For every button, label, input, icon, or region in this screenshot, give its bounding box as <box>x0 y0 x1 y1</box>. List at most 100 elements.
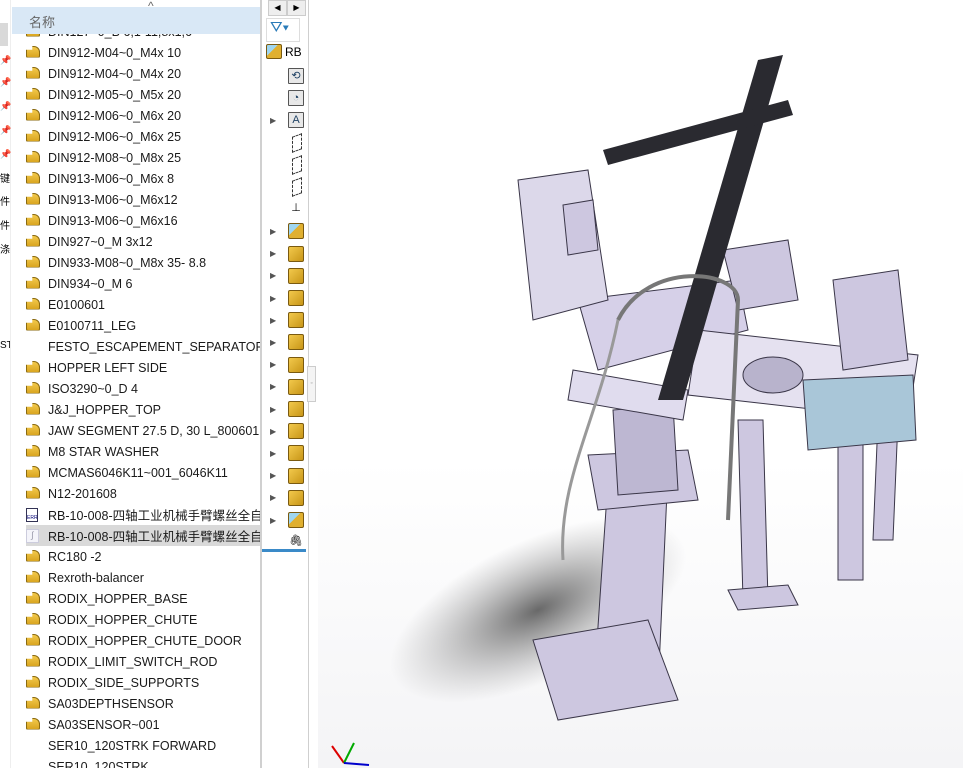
file-list-item[interactable]: DIN912-M08~0_M8x 25 <box>26 147 260 168</box>
file-list-item[interactable]: RODIX_HOPPER_CHUTE_DOOR <box>26 630 260 651</box>
file-list-item[interactable]: J&J_HOPPER_TOP <box>26 399 260 420</box>
expand-arrow-icon[interactable]: ▶ <box>270 294 280 303</box>
part-icon <box>26 360 42 375</box>
file-list-item[interactable]: SER10_120STRK <box>26 756 260 768</box>
expand-arrow-icon[interactable]: ▶ <box>270 449 280 458</box>
nav-item[interactable]: 件 <box>0 193 10 208</box>
file-list-item[interactable]: SER10_120STRK FORWARD <box>26 735 260 756</box>
file-list-item[interactable]: HOPPER LEFT SIDE <box>26 357 260 378</box>
file-list-item[interactable]: DIN913-M06~0_M6x 8 <box>26 168 260 189</box>
tree-node[interactable]: ▶ <box>270 443 308 463</box>
part-icon <box>26 591 42 606</box>
tree-node[interactable] <box>270 154 308 175</box>
tree-node[interactable]: ▶ A <box>270 110 308 130</box>
tree-root[interactable]: RB <box>266 44 302 59</box>
file-list-item[interactable]: DIN927~0_M 3x12 <box>26 231 260 252</box>
file-list-item[interactable]: Rexroth-balancer <box>26 567 260 588</box>
file-name: RODIX_HOPPER_CHUTE <box>48 612 198 627</box>
file-list-item[interactable]: DIN912-M04~0_M4x 20 <box>26 63 260 84</box>
panel-collapse-handle[interactable]: ◦ <box>307 366 316 402</box>
file-list-item[interactable]: DIN934~0_M 6 <box>26 273 260 294</box>
file-list-item[interactable]: N12-201608 <box>26 483 260 504</box>
nav-selected-item[interactable] <box>0 23 8 46</box>
tree-node[interactable]: ▶ <box>270 288 308 308</box>
file-name: DIN913-M06~0_M6x12 <box>48 192 178 207</box>
expand-arrow-icon[interactable]: ▶ <box>270 516 280 525</box>
pin-icon[interactable]: 📌 <box>0 125 11 136</box>
tree-node[interactable]: ⊥ <box>270 199 308 219</box>
tree-node[interactable]: ▶ <box>270 488 308 508</box>
tree-node[interactable]: ▶ <box>270 466 308 486</box>
file-name: RODIX_SIDE_SUPPORTS <box>48 675 200 690</box>
column-header-label: 名称 <box>29 15 56 30</box>
scroll-right-button[interactable]: ▶ <box>287 0 306 16</box>
file-list-item[interactable]: M8 STAR WASHER <box>26 441 260 462</box>
file-list-item[interactable]: DIN912-M06~0_M6x 20 <box>26 105 260 126</box>
expand-arrow-icon[interactable]: ▶ <box>270 427 280 436</box>
file-list-item[interactable]: DIN933-M08~0_M8x 35- 8.8 <box>26 252 260 273</box>
pin-icon[interactable]: 📌 <box>0 77 11 88</box>
tree-node[interactable]: ▶ <box>270 221 308 241</box>
tree-node[interactable]: ▶ <box>270 310 308 330</box>
pin-icon[interactable]: 📌 <box>0 101 11 112</box>
file-list-item[interactable]: RODIX_HOPPER_CHUTE <box>26 609 260 630</box>
filter-icon[interactable]: ⛛▾ <box>266 18 300 42</box>
file-list-item[interactable]: E0100601 <box>26 294 260 315</box>
file-list-item[interactable]: DIN912-M06~0_M6x 25 <box>26 126 260 147</box>
tree-node[interactable]: ▶ <box>270 377 308 397</box>
tree-node[interactable]: ▶ <box>270 332 308 352</box>
expand-arrow-icon[interactable]: ▶ <box>270 316 280 325</box>
file-list-item[interactable]: DIN913-M06~0_M6x12 <box>26 189 260 210</box>
pin-icon[interactable]: 📌 <box>0 55 11 66</box>
file-list-item[interactable]: ISO3290~0_D 4 <box>26 378 260 399</box>
component-icon <box>288 267 304 284</box>
nav-item[interactable]: 键 <box>0 170 10 185</box>
expand-arrow-icon[interactable]: ▶ <box>270 271 280 280</box>
file-list-item[interactable]: SA03DEPTHSENSOR <box>26 693 260 714</box>
control-box <box>832 269 909 371</box>
file-list-item[interactable]: ERR RB-10-008-四轴工业机械手臂螺丝全自动锁付机 <box>26 504 260 525</box>
tree-node[interactable]: ▶ <box>270 244 308 264</box>
tree-node[interactable]: ▶ <box>270 421 308 441</box>
tree-node[interactable]: ▶ <box>270 266 308 286</box>
expand-arrow-icon[interactable]: ▶ <box>270 227 280 236</box>
file-list-item[interactable]: DIN912-M05~0_M5x 20 <box>26 84 260 105</box>
file-list-item[interactable]: MCMAS6046K11~001_6046K11 <box>26 462 260 483</box>
file-list-item[interactable]: SA03SENSOR~001 <box>26 714 260 735</box>
file-list-item[interactable]: E0100711_LEG <box>26 315 260 336</box>
expand-arrow-icon[interactable]: ▶ <box>270 360 280 369</box>
file-list-item[interactable]: FESTO_ESCAPEMENT_SEPARATOR_A <box>26 336 260 357</box>
tree-node[interactable]: ▶ <box>270 510 308 530</box>
expand-arrow-icon[interactable]: ▶ <box>270 405 280 414</box>
nav-item[interactable]: ST <box>0 340 10 351</box>
nav-item[interactable]: 件 <box>0 217 10 232</box>
file-list-item[interactable]: RODIX_LIMIT_SWITCH_ROD <box>26 651 260 672</box>
file-list-item[interactable]: JAW SEGMENT 27.5 D, 30 L_800601 <box>26 420 260 441</box>
rollback-bar[interactable] <box>262 549 306 552</box>
file-list-item[interactable]: DIN913-M06~0_M6x16 <box>26 210 260 231</box>
file-list-item[interactable]: RODIX_SIDE_SUPPORTS <box>26 672 260 693</box>
pin-icon[interactable]: 📌 <box>0 149 11 160</box>
scroll-left-button[interactable]: ◀ <box>268 0 287 16</box>
component-icon <box>288 245 304 262</box>
graphics-viewport[interactable] <box>318 0 963 768</box>
tree-node[interactable]: ⟲ <box>270 66 308 86</box>
tree-node[interactable] <box>270 132 308 153</box>
tree-node[interactable]: ◔ <box>270 88 308 108</box>
expand-arrow-icon[interactable]: ▶ <box>270 338 280 347</box>
expand-arrow-icon[interactable]: ▶ <box>270 471 280 480</box>
table-leg <box>737 419 769 601</box>
expand-arrow-icon[interactable]: ▶ <box>270 249 280 258</box>
file-list-item[interactable]: ∫ RB-10-008-四轴工业机械手臂螺丝全自动锁付机 <box>26 525 260 546</box>
nav-item[interactable]: 涤 <box>0 241 10 256</box>
tree-node[interactable]: ▶ <box>270 399 308 419</box>
tree-node[interactable] <box>270 177 308 197</box>
expand-arrow-icon[interactable]: ▶ <box>270 493 280 502</box>
expand-arrow-icon[interactable]: ▶ <box>270 116 280 125</box>
expand-arrow-icon[interactable]: ▶ <box>270 382 280 391</box>
file-list-item[interactable]: RC180 -2 <box>26 546 260 567</box>
file-list-item[interactable]: RODIX_HOPPER_BASE <box>26 588 260 609</box>
file-list-item[interactable]: DIN912-M04~0_M4x 10 <box>26 42 260 63</box>
tree-node[interactable]: ▶ <box>270 355 308 375</box>
column-header-name[interactable]: ^ 名称 <box>12 0 260 34</box>
